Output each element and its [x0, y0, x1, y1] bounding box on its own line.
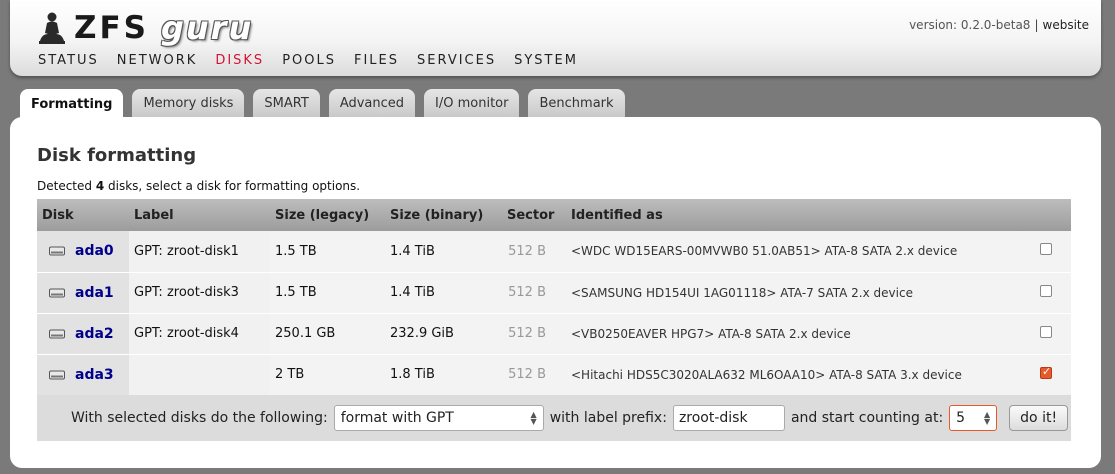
buddha-icon	[39, 12, 65, 44]
format-select-value: format with GPT	[340, 410, 454, 426]
nav-files[interactable]: FILES	[354, 53, 399, 68]
disk-link[interactable]: ada1	[75, 285, 114, 301]
col-label[interactable]: Label	[129, 199, 270, 231]
label-prefix-input[interactable]: zroot-disk	[672, 405, 785, 431]
action-bar: With selected disks do the following: fo…	[37, 395, 1071, 441]
sub-tabs: Formatting Memory disks SMART Advanced I…	[20, 89, 634, 119]
nav-status[interactable]: STATUS	[38, 53, 99, 68]
detected-suffix: disks, select a disk for formatting opti…	[104, 179, 361, 193]
tab-advanced[interactable]: Advanced	[328, 89, 416, 117]
size-binary-cell: 1.4 TiB	[385, 272, 502, 314]
identified-cell: <WDC WD15EARS-00MVWB0 51.0AB51> ATA-8 SA…	[566, 231, 1021, 273]
content-panel: Disk formatting Detected 4 disks, select…	[10, 117, 1101, 468]
disk-cell: ada3	[37, 354, 129, 396]
size-binary-cell: 1.8 TiB	[385, 354, 502, 396]
col-size-binary[interactable]: Size (binary)	[385, 199, 502, 231]
size-binary-cell: 1.4 TiB	[385, 231, 502, 273]
action-label: With selected disks do the following:	[71, 410, 328, 426]
version-info: version: 0.2.0-beta8 | website	[909, 18, 1089, 32]
size-binary-cell: 232.9 GiB	[385, 313, 502, 355]
disk-cell: ada2	[37, 313, 129, 355]
sector-cell: 512 B	[502, 231, 566, 273]
detected-count: 4	[95, 179, 105, 193]
disk-link[interactable]: ada2	[75, 326, 114, 342]
col-select	[1021, 199, 1071, 231]
select-cell	[1021, 354, 1071, 396]
nav-services[interactable]: SERVICES	[417, 53, 496, 68]
do-it-button[interactable]: do it!	[1009, 405, 1069, 431]
detected-text: Detected 4 disks, select a disk for form…	[37, 179, 360, 193]
nav-disks[interactable]: DISKS	[215, 53, 264, 68]
label-cell: GPT: zroot-disk1	[129, 231, 270, 273]
disk-checkbox[interactable]	[1040, 284, 1052, 297]
select-cell	[1021, 313, 1071, 355]
sector-cell: 512 B	[502, 272, 566, 314]
nav-network[interactable]: NETWORK	[117, 53, 198, 68]
identified-cell: <Hitachi HDS5C3020ALA632 ML6OAA10> ATA-8…	[566, 354, 1021, 396]
tab-formatting[interactable]: Formatting	[20, 89, 124, 119]
table-row: ada3 2 TB 1.8 TiB 512 B <Hitachi HDS5C30…	[37, 354, 1071, 396]
harddisk-icon	[49, 329, 65, 338]
disk-cell: ada0	[37, 231, 129, 273]
site-header: ZFS guru version: 0.2.0-beta8 | website ST…	[10, 0, 1101, 76]
prefix-label: with label prefix:	[549, 410, 667, 426]
tab-memory-disks[interactable]: Memory disks	[132, 89, 245, 117]
col-sector[interactable]: Sector	[502, 199, 566, 231]
logo-guru: guru	[160, 9, 254, 47]
start-count-value: 5	[956, 410, 966, 426]
format-select[interactable]: format with GPT ▲ ▼	[333, 405, 544, 431]
disk-cell: ada1	[37, 272, 129, 314]
label-cell: GPT: zroot-disk3	[129, 272, 270, 314]
tab-smart[interactable]: SMART	[253, 89, 320, 117]
identified-cell: <VB0250EAVER HPG7> ATA-8 SATA 2.x device	[566, 313, 1021, 355]
label-cell	[129, 354, 270, 396]
disk-table: Disk Label Size (legacy) Size (binary) S…	[37, 199, 1071, 396]
disk-checkbox[interactable]	[1040, 365, 1052, 379]
harddisk-icon	[49, 246, 65, 256]
detected-prefix: Detected	[37, 179, 96, 193]
table-row: ada0 GPT: zroot-disk1 1.5 TB 1.4 TiB 512…	[37, 231, 1071, 273]
harddisk-icon	[49, 370, 65, 379]
logo-zfs: ZFS	[74, 10, 149, 46]
identified-cell: <SAMSUNG HD154UI 1AG01118> ATA-7 SATA 2.…	[566, 272, 1021, 314]
harddisk-icon	[49, 288, 65, 297]
version-text: version: 0.2.0-beta8	[909, 18, 1031, 32]
label-cell: GPT: zroot-disk4	[129, 313, 270, 355]
sector-cell: 512 B	[502, 354, 566, 396]
website-link[interactable]: website	[1043, 18, 1090, 32]
logo[interactable]: ZFS guru	[38, 8, 253, 48]
select-cell	[1021, 272, 1071, 314]
select-arrows-icon: ▲ ▼	[530, 410, 537, 426]
page-title: Disk formatting	[37, 145, 197, 166]
disk-checkbox[interactable]	[1040, 325, 1052, 338]
select-arrows-icon: ▲ ▼	[984, 410, 991, 426]
label-prefix-value: zroot-disk	[678, 410, 748, 426]
start-count-select[interactable]: 5 ▲ ▼	[949, 405, 998, 431]
disk-checkbox[interactable]	[1040, 243, 1052, 256]
col-size-legacy[interactable]: Size (legacy)	[270, 199, 385, 231]
table-row: ada1 GPT: zroot-disk3 1.5 TB 1.4 TiB 512…	[37, 272, 1071, 314]
sector-cell: 512 B	[502, 313, 566, 355]
tab-io-monitor[interactable]: I/O monitor	[424, 89, 520, 117]
version-separator: |	[1034, 18, 1039, 32]
main-nav: STATUS NETWORK DISKS POOLS FILES SERVICE…	[38, 53, 596, 68]
size-legacy-cell: 2 TB	[270, 354, 385, 396]
col-identified[interactable]: Identified as	[566, 199, 1021, 231]
size-legacy-cell: 1.5 TB	[270, 231, 385, 273]
table-row: ada2 GPT: zroot-disk4 250.1 GB 232.9 GiB…	[37, 313, 1071, 355]
nav-pools[interactable]: POOLS	[282, 53, 336, 68]
tab-benchmark[interactable]: Benchmark	[528, 89, 625, 117]
col-disk[interactable]: Disk	[37, 199, 129, 231]
disk-link[interactable]: ada3	[75, 367, 114, 383]
table-header-row: Disk Label Size (legacy) Size (binary) S…	[37, 199, 1071, 231]
disk-link[interactable]: ada0	[75, 243, 114, 259]
select-cell	[1021, 231, 1071, 273]
nav-system[interactable]: SYSTEM	[514, 53, 578, 68]
start-label: and start counting at:	[790, 410, 944, 426]
size-legacy-cell: 1.5 TB	[270, 272, 385, 314]
size-legacy-cell: 250.1 GB	[270, 313, 385, 355]
